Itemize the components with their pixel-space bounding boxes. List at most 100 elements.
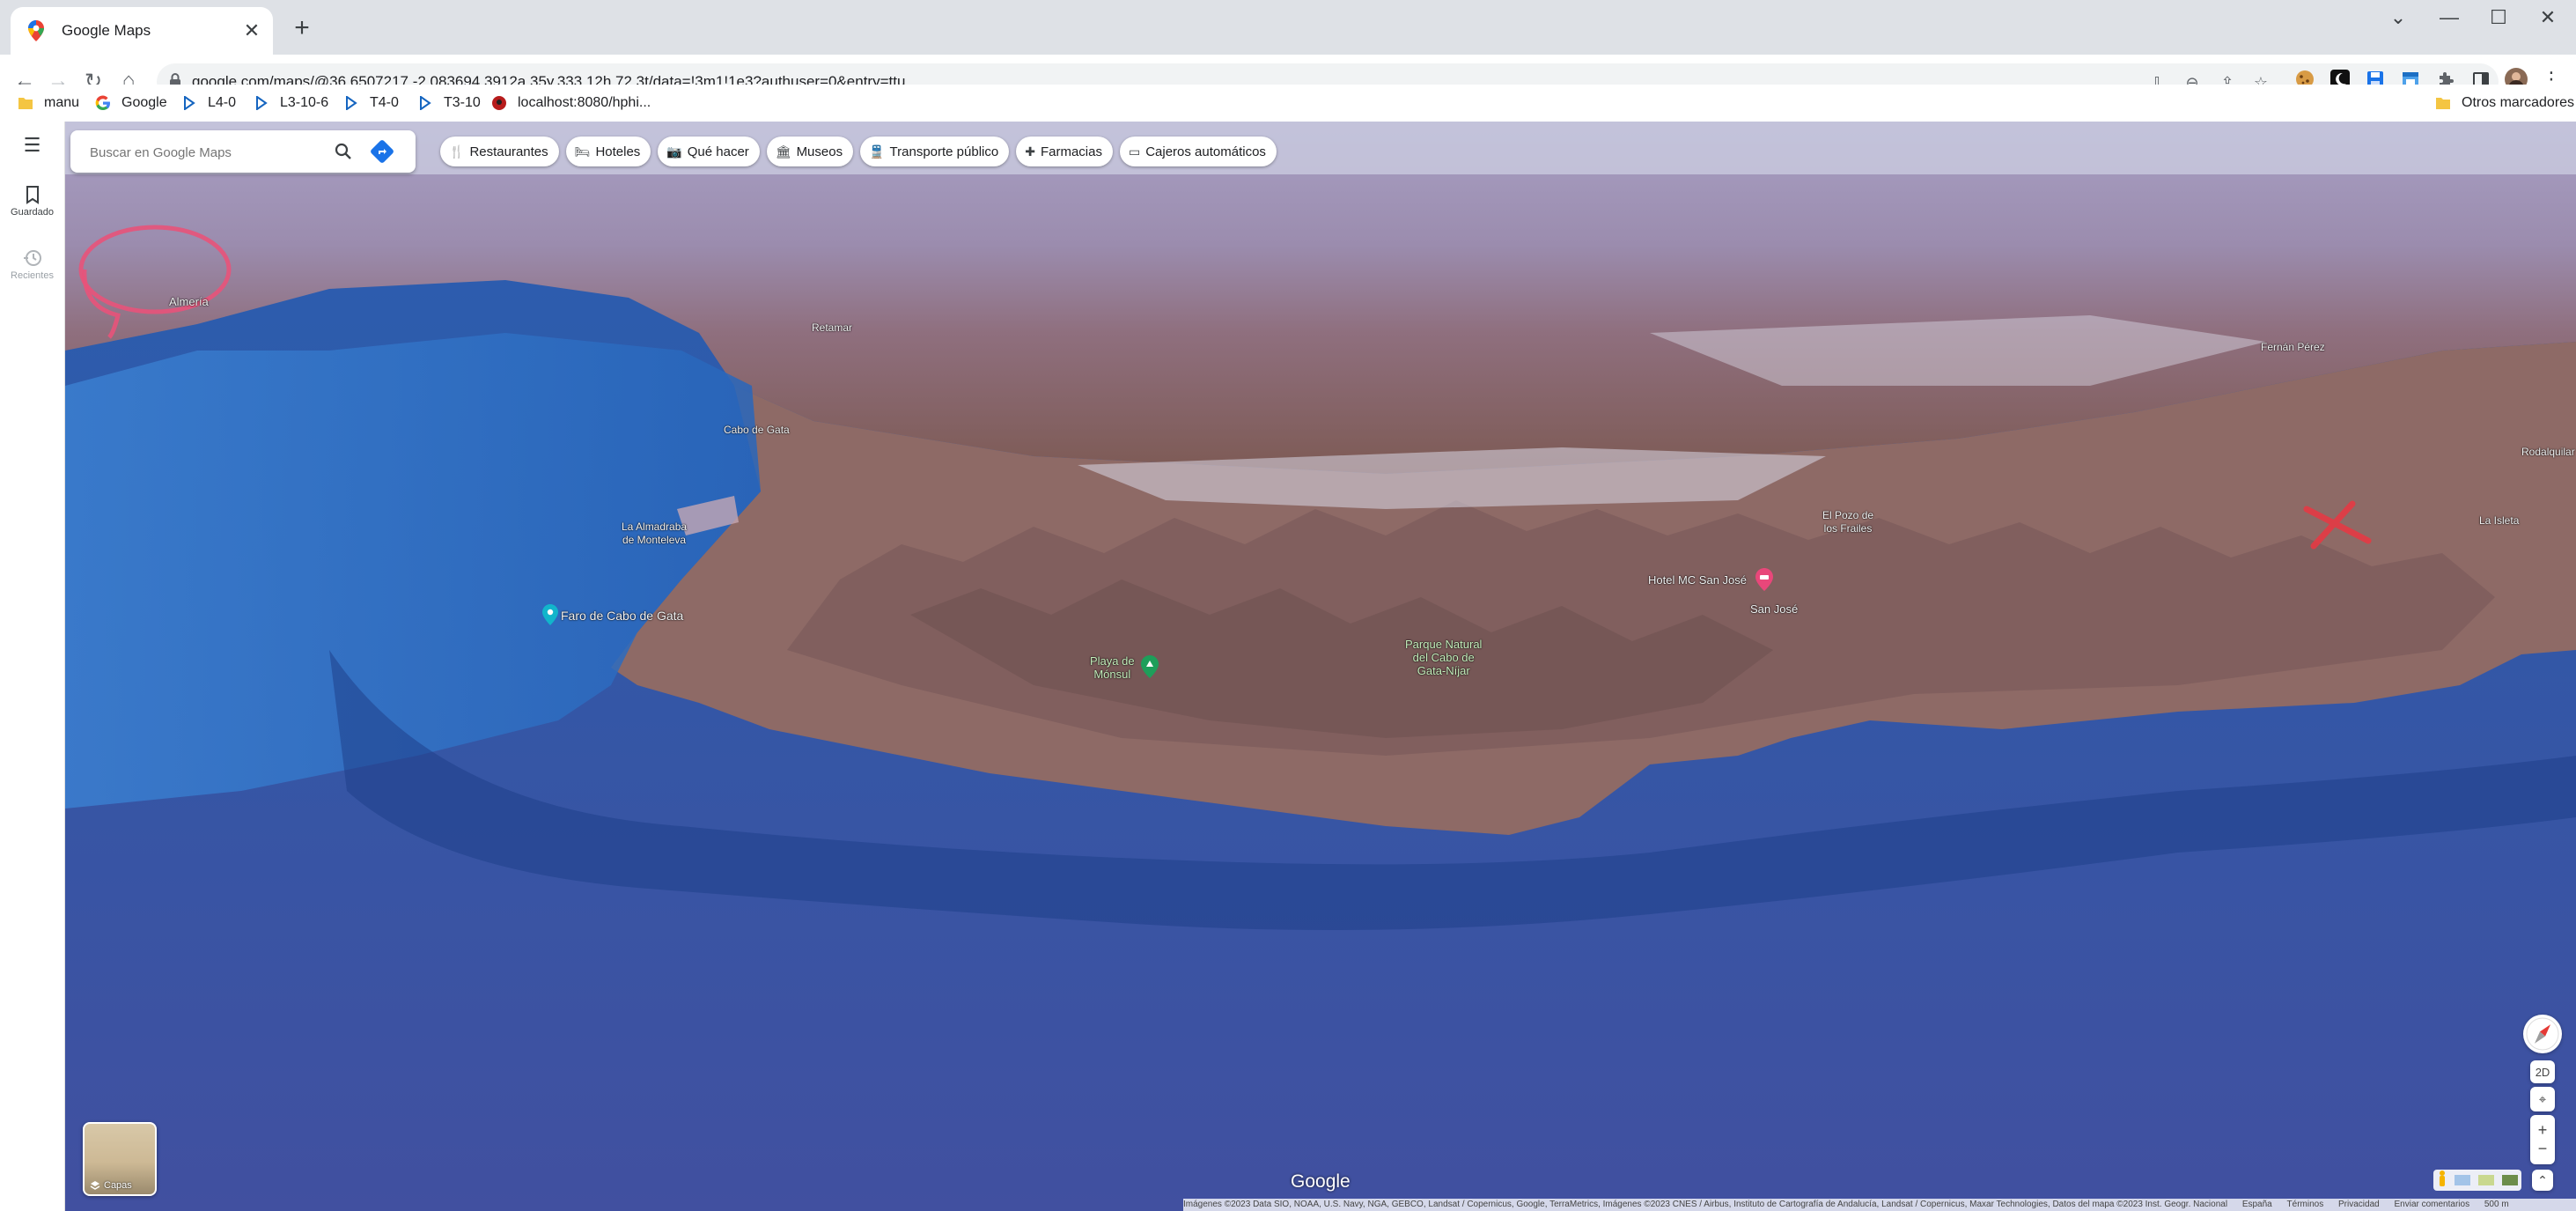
tab-close-icon[interactable]: ✕ — [241, 19, 262, 41]
place-label-almadraba[interactable]: La Almadraba de Monteleva — [622, 521, 687, 547]
place-label-rodalquilar[interactable]: Rodalquilar — [2521, 446, 2575, 459]
place-label-hotel[interactable]: Hotel MC San José — [1648, 573, 1747, 587]
chip-cajeros[interactable]: ▭ Cajeros automáticos — [1119, 137, 1277, 166]
terrain-thumb-icon[interactable] — [2454, 1175, 2470, 1185]
place-label-almeria[interactable]: Almería — [169, 295, 209, 308]
chip-museos[interactable]: 🏛 Museos — [766, 137, 854, 166]
chip-label: Transporte público — [889, 144, 999, 159]
attribution-bar: Imágenes ©2023 Data SIO, NOAA, U.S. Navy… — [1183, 1199, 2576, 1211]
google-maps-icon — [28, 20, 46, 41]
pegman-icon[interactable] — [2438, 1170, 2447, 1191]
bookmark-label: L3-10-6 — [280, 95, 329, 110]
place-label-san-jose[interactable]: San José — [1750, 602, 1798, 616]
layers-icon — [90, 1181, 100, 1190]
footer-link-espana[interactable]: España — [2242, 1200, 2272, 1209]
recent-label: Recientes — [11, 270, 54, 281]
history-icon — [0, 248, 64, 270]
place-label-cabo-de-gata[interactable]: Cabo de Gata — [724, 424, 790, 437]
chip-farmacias[interactable]: ✚ Farmacias — [1016, 137, 1113, 166]
bookmark-manu[interactable]: manu — [18, 85, 79, 122]
chip-transporte-publico[interactable]: 🚆 Transporte público — [860, 137, 1010, 166]
tab-google-maps[interactable]: Google Maps ✕ — [11, 7, 273, 55]
other-bookmarks-label: Otros marcadores — [2462, 95, 2575, 110]
satellite-3d-view — [65, 122, 2576, 1211]
hotel-pin-icon[interactable] — [1755, 568, 1773, 595]
place-label-fernan-perez[interactable]: Fernán Pérez — [2261, 341, 2325, 354]
zoom-controls: + − — [2530, 1115, 2555, 1164]
bookmark-icon — [343, 95, 359, 111]
place-label-la-isleta[interactable]: La Isleta — [2479, 514, 2519, 528]
compass-icon — [2526, 1017, 2559, 1051]
hotel-icon: 🛏 — [574, 144, 591, 159]
bookmark-l3-10-6[interactable]: L3-10-6 — [254, 85, 328, 122]
search-input[interactable] — [88, 130, 356, 174]
folder-icon — [18, 95, 33, 111]
site-icon — [491, 95, 507, 111]
bookmark-label: localhost:8080/hphi... — [518, 95, 651, 110]
zoom-in-button[interactable]: + — [2538, 1121, 2548, 1140]
other-bookmarks[interactable]: Otros marcadores — [2435, 85, 2574, 122]
chip-hoteles[interactable]: 🛏 Hoteles — [565, 137, 651, 166]
tab-search-chevron-icon[interactable]: ⌄ — [2372, 0, 2425, 35]
scale-label[interactable]: 500 m — [2484, 1200, 2509, 1209]
chip-label: Restaurantes — [469, 144, 548, 159]
footer-link-privacidad[interactable]: Privacidad — [2338, 1200, 2380, 1209]
chip-label: Hoteles — [595, 144, 641, 159]
camera-icon: 📷 — [666, 144, 682, 159]
footer-link-terminos[interactable]: Términos — [2287, 1200, 2324, 1209]
satellite-thumb-icon[interactable] — [2501, 1175, 2518, 1185]
bookmark-label: T3-10 — [444, 95, 481, 110]
pharmacy-icon: ✚ — [1025, 144, 1035, 159]
chip-label: Farmacias — [1040, 144, 1102, 159]
maps-page: ☰ Guardado Recientes Buscar en Google Ma… — [0, 122, 2576, 1211]
bookmark-t4-0[interactable]: T4-0 — [343, 85, 399, 122]
bookmark-localhost[interactable]: localhost:8080/hphi... — [491, 85, 651, 122]
lighthouse-pin-icon[interactable] — [542, 604, 558, 630]
compass-button[interactable] — [2523, 1015, 2562, 1053]
bookmark-label: manu — [44, 95, 80, 110]
place-label-el-pozo[interactable]: El Pozo de los Frailes — [1822, 509, 1873, 535]
category-chips: 🍴 Restaurantes 🛏 Hoteles 📷 Qué hacer 🏛 Museo… — [440, 137, 1277, 166]
restaurant-icon: 🍴 — [449, 144, 465, 159]
directions-icon[interactable] — [370, 139, 394, 168]
place-label-playa-monsul[interactable]: Playa de Mónsul — [1090, 654, 1135, 681]
chip-label: Cajeros automáticos — [1145, 144, 1266, 159]
place-label-parque-natural[interactable]: Parque Natural del Cabo de Gata-Níjar — [1405, 638, 1482, 677]
park-pin-icon[interactable] — [1141, 655, 1159, 683]
menu-icon[interactable]: ☰ — [0, 134, 64, 157]
chip-restaurantes[interactable]: 🍴 Restaurantes — [440, 137, 559, 166]
tab-title: Google Maps — [62, 22, 151, 39]
place-label-retamar[interactable]: Retamar — [812, 321, 852, 335]
window-close-button[interactable]: ✕ — [2521, 0, 2574, 35]
recent-button[interactable]: Recientes — [0, 248, 64, 281]
search-icon[interactable] — [335, 143, 352, 165]
window-maximize-button[interactable]: ☐ — [2472, 0, 2525, 35]
bookmark-outline-icon — [0, 185, 64, 207]
layers-button[interactable]: Capas — [83, 1122, 157, 1196]
google-icon — [95, 95, 111, 111]
map-canvas[interactable]: 🍴 Restaurantes 🛏 Hoteles 📷 Qué hacer 🏛 Museo… — [65, 122, 2576, 1211]
chip-label: Qué hacer — [687, 144, 749, 159]
zoom-out-button[interactable]: − — [2538, 1140, 2548, 1158]
my-location-icon[interactable]: ⌖ — [2530, 1087, 2555, 1111]
bookmarks-bar: manu Google L4-0 L3-10-6 T4-0 T3-10 loca… — [0, 85, 2576, 122]
bookmark-icon — [417, 95, 433, 111]
atm-icon: ▭ — [1128, 144, 1141, 159]
chip-que-hacer[interactable]: 📷 Qué hacer — [658, 137, 760, 166]
imagery-bar — [2433, 1170, 2521, 1191]
search-box[interactable] — [70, 130, 416, 174]
bookmark-t3-10[interactable]: T3-10 — [417, 85, 481, 122]
map-thumb-icon[interactable] — [2477, 1175, 2494, 1185]
transit-icon: 🚆 — [869, 144, 885, 159]
new-tab-button[interactable]: + — [286, 12, 318, 44]
tab-strip: Google Maps ✕ + ⌄ — ☐ ✕ — [0, 0, 2576, 55]
footer-link-feedback[interactable]: Enviar comentarios — [2394, 1200, 2469, 1209]
expand-icon[interactable]: ⌃ — [2532, 1170, 2553, 1191]
layers-label-wrap: Capas — [90, 1180, 132, 1191]
window-minimize-button[interactable]: — — [2423, 0, 2476, 35]
bookmark-google[interactable]: Google — [95, 85, 167, 122]
2d-toggle-button[interactable]: 2D — [2530, 1060, 2555, 1083]
saved-button[interactable]: Guardado — [0, 185, 64, 218]
bookmark-l4-0[interactable]: L4-0 — [181, 85, 236, 122]
place-label-faro[interactable]: Faro de Cabo de Gata — [561, 609, 683, 623]
